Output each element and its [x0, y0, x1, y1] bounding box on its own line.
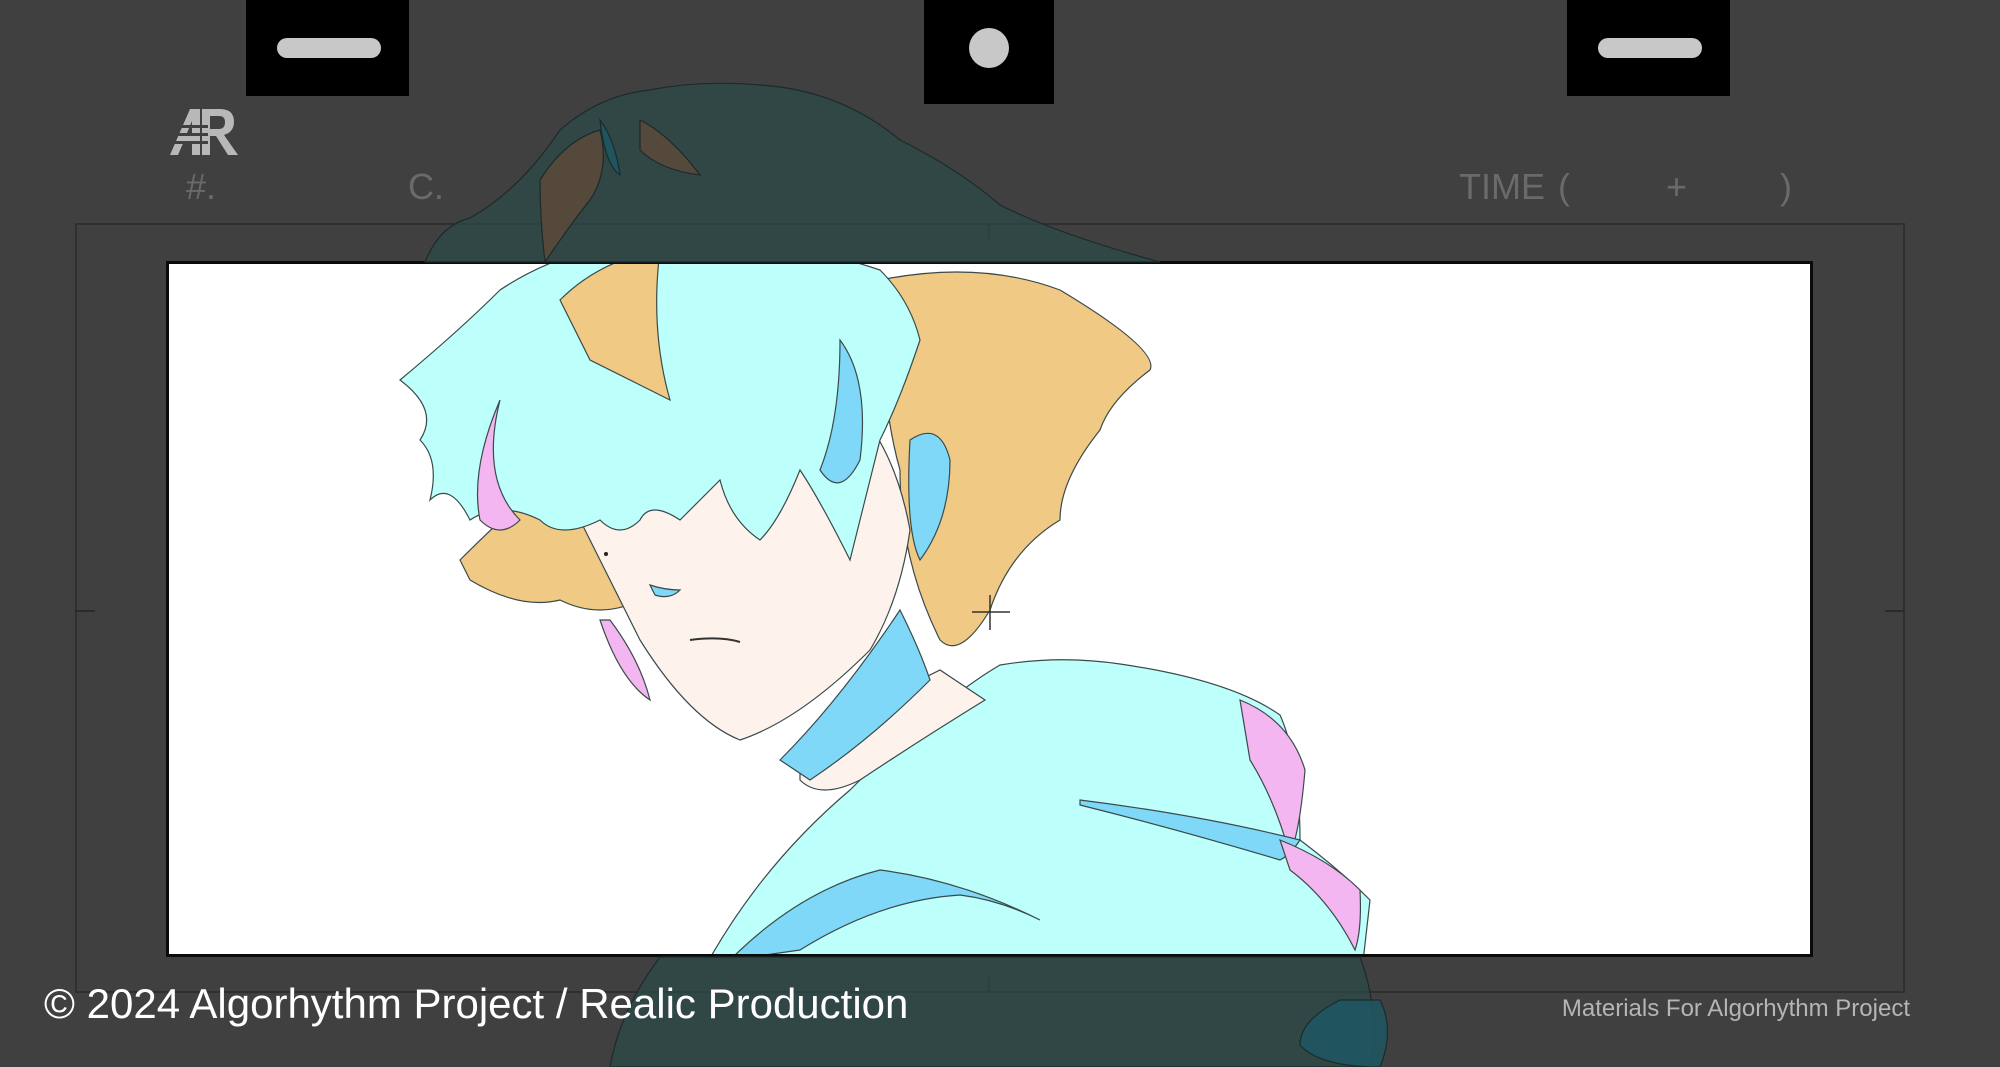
character-artwork — [399, 82, 1389, 1067]
materials-note: Materials For Algorhythm Project — [1561, 995, 1910, 1022]
character-inframe — [399, 264, 1371, 954]
copyright-text: © 2024 Algorhythm Project / Realic Produ… — [44, 980, 909, 1027]
layout-sheet: { "sheet": { "logo_text": "AR", "header"… — [0, 0, 2000, 1067]
